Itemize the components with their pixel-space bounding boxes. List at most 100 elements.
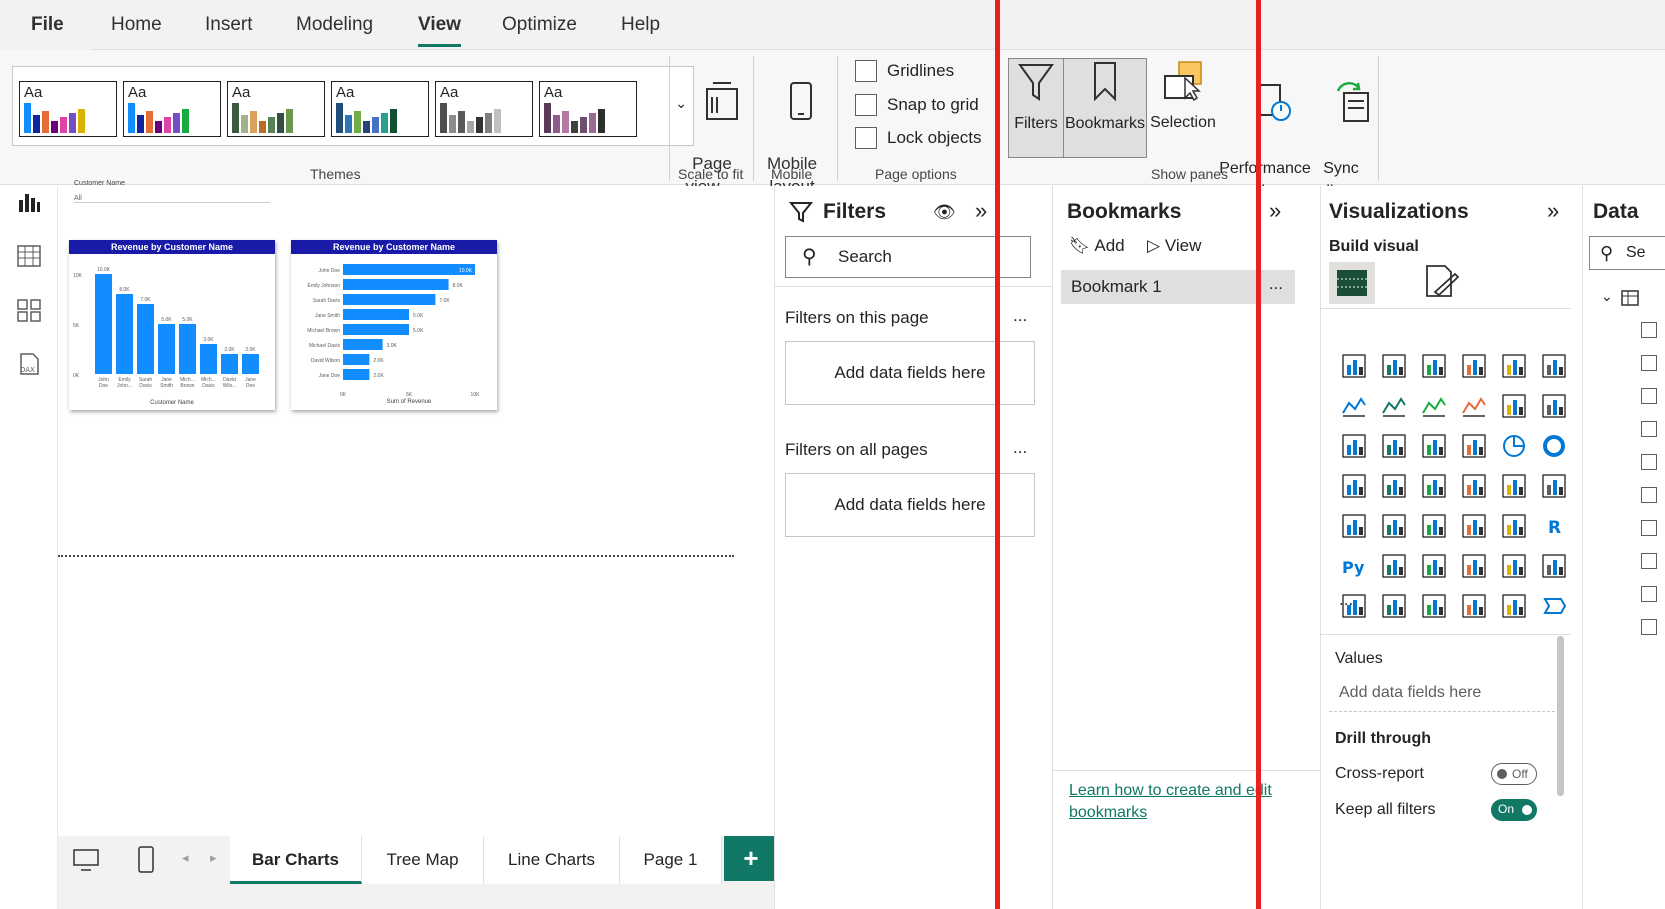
field-checkbox[interactable] <box>1641 586 1657 602</box>
power-automate-icon[interactable] <box>1494 586 1534 626</box>
theme-tile[interactable]: Aa <box>123 81 221 137</box>
tab-view[interactable]: View <box>418 14 461 47</box>
decomposition-tree-icon[interactable] <box>1414 546 1454 586</box>
smart-narrative-icon[interactable] <box>1494 546 1534 586</box>
filled-map-icon[interactable] <box>1414 466 1454 506</box>
azure-map-icon[interactable] <box>1454 466 1494 506</box>
tab-help[interactable]: Help <box>621 14 660 36</box>
line-clustered-icon[interactable] <box>1534 386 1574 426</box>
field-checkbox[interactable] <box>1641 520 1657 536</box>
format-visual-icon[interactable] <box>1421 262 1461 307</box>
add-page-button[interactable]: + <box>724 836 778 881</box>
stacked-column-icon[interactable] <box>1374 346 1414 386</box>
tab-insert[interactable]: Insert <box>205 14 253 36</box>
more-visuals-icon[interactable]: ... <box>1339 590 1353 610</box>
eye-icon[interactable]: 👁 <box>933 202 956 223</box>
desktop-icon[interactable] <box>73 848 99 877</box>
tab-modeling[interactable]: Modeling <box>296 14 373 36</box>
chevron-down-icon[interactable]: ⌄ <box>1601 288 1613 305</box>
more-visual-icon[interactable] <box>1534 586 1574 626</box>
selection-pane-button[interactable]: Selection <box>1148 58 1218 158</box>
collapse-icon[interactable]: » <box>1547 198 1559 224</box>
field-checkbox[interactable] <box>1641 421 1657 437</box>
metrics-icon[interactable] <box>1534 546 1574 586</box>
performance-analyzer-button[interactable]: Performance analyzer <box>1218 58 1312 200</box>
build-visual-tab[interactable] <box>1329 262 1375 304</box>
line-column-icon[interactable] <box>1494 386 1534 426</box>
power-apps-icon[interactable] <box>1454 586 1494 626</box>
column-chart-visual[interactable]: Revenue by Customer Name 10K 5K 0K 10.0K Joh… <box>69 240 275 410</box>
area-chart-icon[interactable] <box>1374 386 1414 426</box>
slicer-value[interactable]: All <box>74 187 270 203</box>
theme-tile[interactable]: Aa <box>539 81 637 137</box>
line-chart-icon[interactable] <box>1334 386 1374 426</box>
ribbon-area-icon[interactable] <box>1454 386 1494 426</box>
page-tab-bar-charts[interactable]: Bar Charts <box>230 836 362 884</box>
python-visual-icon[interactable]: Py <box>1334 546 1374 586</box>
kpi-icon[interactable] <box>1374 506 1414 546</box>
model-view-icon[interactable] <box>17 298 41 322</box>
cross-report-toggle[interactable]: Off <box>1491 763 1537 785</box>
field-checkbox[interactable] <box>1641 553 1657 569</box>
customer-slicer[interactable]: Customer Name All <box>74 180 270 203</box>
donut-icon[interactable] <box>1534 426 1574 466</box>
gauge-icon[interactable] <box>1494 466 1534 506</box>
theme-tile[interactable]: Aa <box>227 81 325 137</box>
lock-objects-checkbox[interactable]: Lock objects <box>855 127 982 149</box>
new-slicer-icon[interactable] <box>1414 586 1454 626</box>
values-dropzone[interactable]: Add data fields here <box>1329 676 1555 712</box>
scroll-left-icon[interactable]: ◂ <box>182 850 189 866</box>
card-icon[interactable] <box>1534 466 1574 506</box>
field-checkbox[interactable] <box>1641 487 1657 503</box>
page-tab-line-charts[interactable]: Line Charts <box>484 836 620 884</box>
key-influencers-icon[interactable] <box>1374 546 1414 586</box>
100-column-icon[interactable] <box>1534 346 1574 386</box>
add-bookmark-button[interactable]: 🔖︎ Add <box>1069 236 1125 256</box>
page-tab-tree-map[interactable]: Tree Map <box>362 836 484 884</box>
gridlines-checkbox[interactable]: Gridlines <box>855 60 954 82</box>
scrollbar[interactable] <box>1557 636 1564 796</box>
waterfall-icon[interactable] <box>1374 426 1414 466</box>
theme-tile[interactable]: Aa <box>331 81 429 137</box>
dax-query-icon[interactable]: DAX <box>17 352 41 376</box>
more-options-icon[interactable]: ... <box>1013 438 1027 458</box>
field-checkbox[interactable] <box>1641 322 1657 338</box>
scroll-right-icon[interactable]: ▸ <box>210 850 217 866</box>
more-options-icon[interactable]: ... <box>1269 267 1283 301</box>
report-view-icon[interactable] <box>17 190 41 214</box>
ribbon-chart-icon[interactable] <box>1334 426 1374 466</box>
map-icon[interactable] <box>1374 466 1414 506</box>
qa-icon[interactable] <box>1454 546 1494 586</box>
treemap-icon[interactable] <box>1334 466 1374 506</box>
collapse-icon[interactable]: » <box>1269 198 1281 224</box>
filters-pane-button[interactable]: Filters <box>1008 58 1064 158</box>
keep-filters-toggle[interactable]: On <box>1491 799 1537 821</box>
clustered-bar-icon[interactable] <box>1414 346 1454 386</box>
snap-to-grid-checkbox[interactable]: Snap to grid <box>855 94 979 116</box>
funnel-icon[interactable] <box>1414 426 1454 466</box>
theme-tile[interactable]: Aa <box>435 81 533 137</box>
more-options-icon[interactable]: ... <box>1013 306 1027 326</box>
bar-chart-visual[interactable]: Revenue by Customer Name John Doe 10.0K Em… <box>291 240 497 410</box>
multi-row-card-icon[interactable] <box>1334 506 1374 546</box>
theme-tile[interactable]: Aa <box>19 81 117 137</box>
tab-file[interactable]: File <box>31 14 64 36</box>
table-view-icon[interactable] <box>17 244 41 268</box>
matrix-icon[interactable] <box>1494 506 1534 546</box>
table-icon[interactable] <box>1454 506 1494 546</box>
r-visual-icon[interactable]: R <box>1534 506 1574 546</box>
clustered-column-icon[interactable] <box>1454 346 1494 386</box>
stacked-area-icon[interactable] <box>1414 386 1454 426</box>
scatter-icon[interactable] <box>1454 426 1494 466</box>
stacked-bar-icon[interactable] <box>1334 346 1374 386</box>
field-checkbox[interactable] <box>1641 619 1657 635</box>
field-checkbox[interactable] <box>1641 388 1657 404</box>
phone-icon[interactable] <box>138 846 154 879</box>
field-checkbox[interactable] <box>1641 454 1657 470</box>
100-bar-icon[interactable] <box>1494 346 1534 386</box>
sync-slicers-button[interactable]: Sync slicers <box>1312 58 1370 200</box>
data-search-input[interactable]: ⚲ Se <box>1589 236 1665 270</box>
tab-home[interactable]: Home <box>111 14 162 36</box>
page-tab-page-1[interactable]: Page 1 <box>620 836 722 884</box>
view-bookmarks-button[interactable]: ▷ View <box>1147 236 1201 256</box>
